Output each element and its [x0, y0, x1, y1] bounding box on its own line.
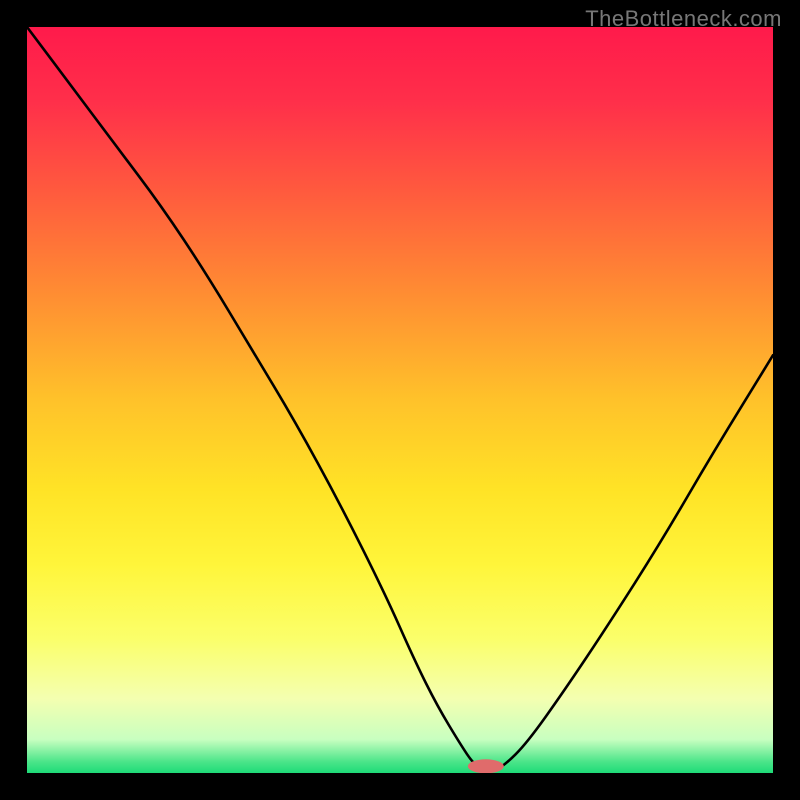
bottleneck-chart: [27, 27, 773, 773]
gradient-background: [27, 27, 773, 773]
optimal-marker: [468, 759, 504, 773]
plot-area: [27, 27, 773, 773]
chart-frame: TheBottleneck.com: [0, 0, 800, 800]
